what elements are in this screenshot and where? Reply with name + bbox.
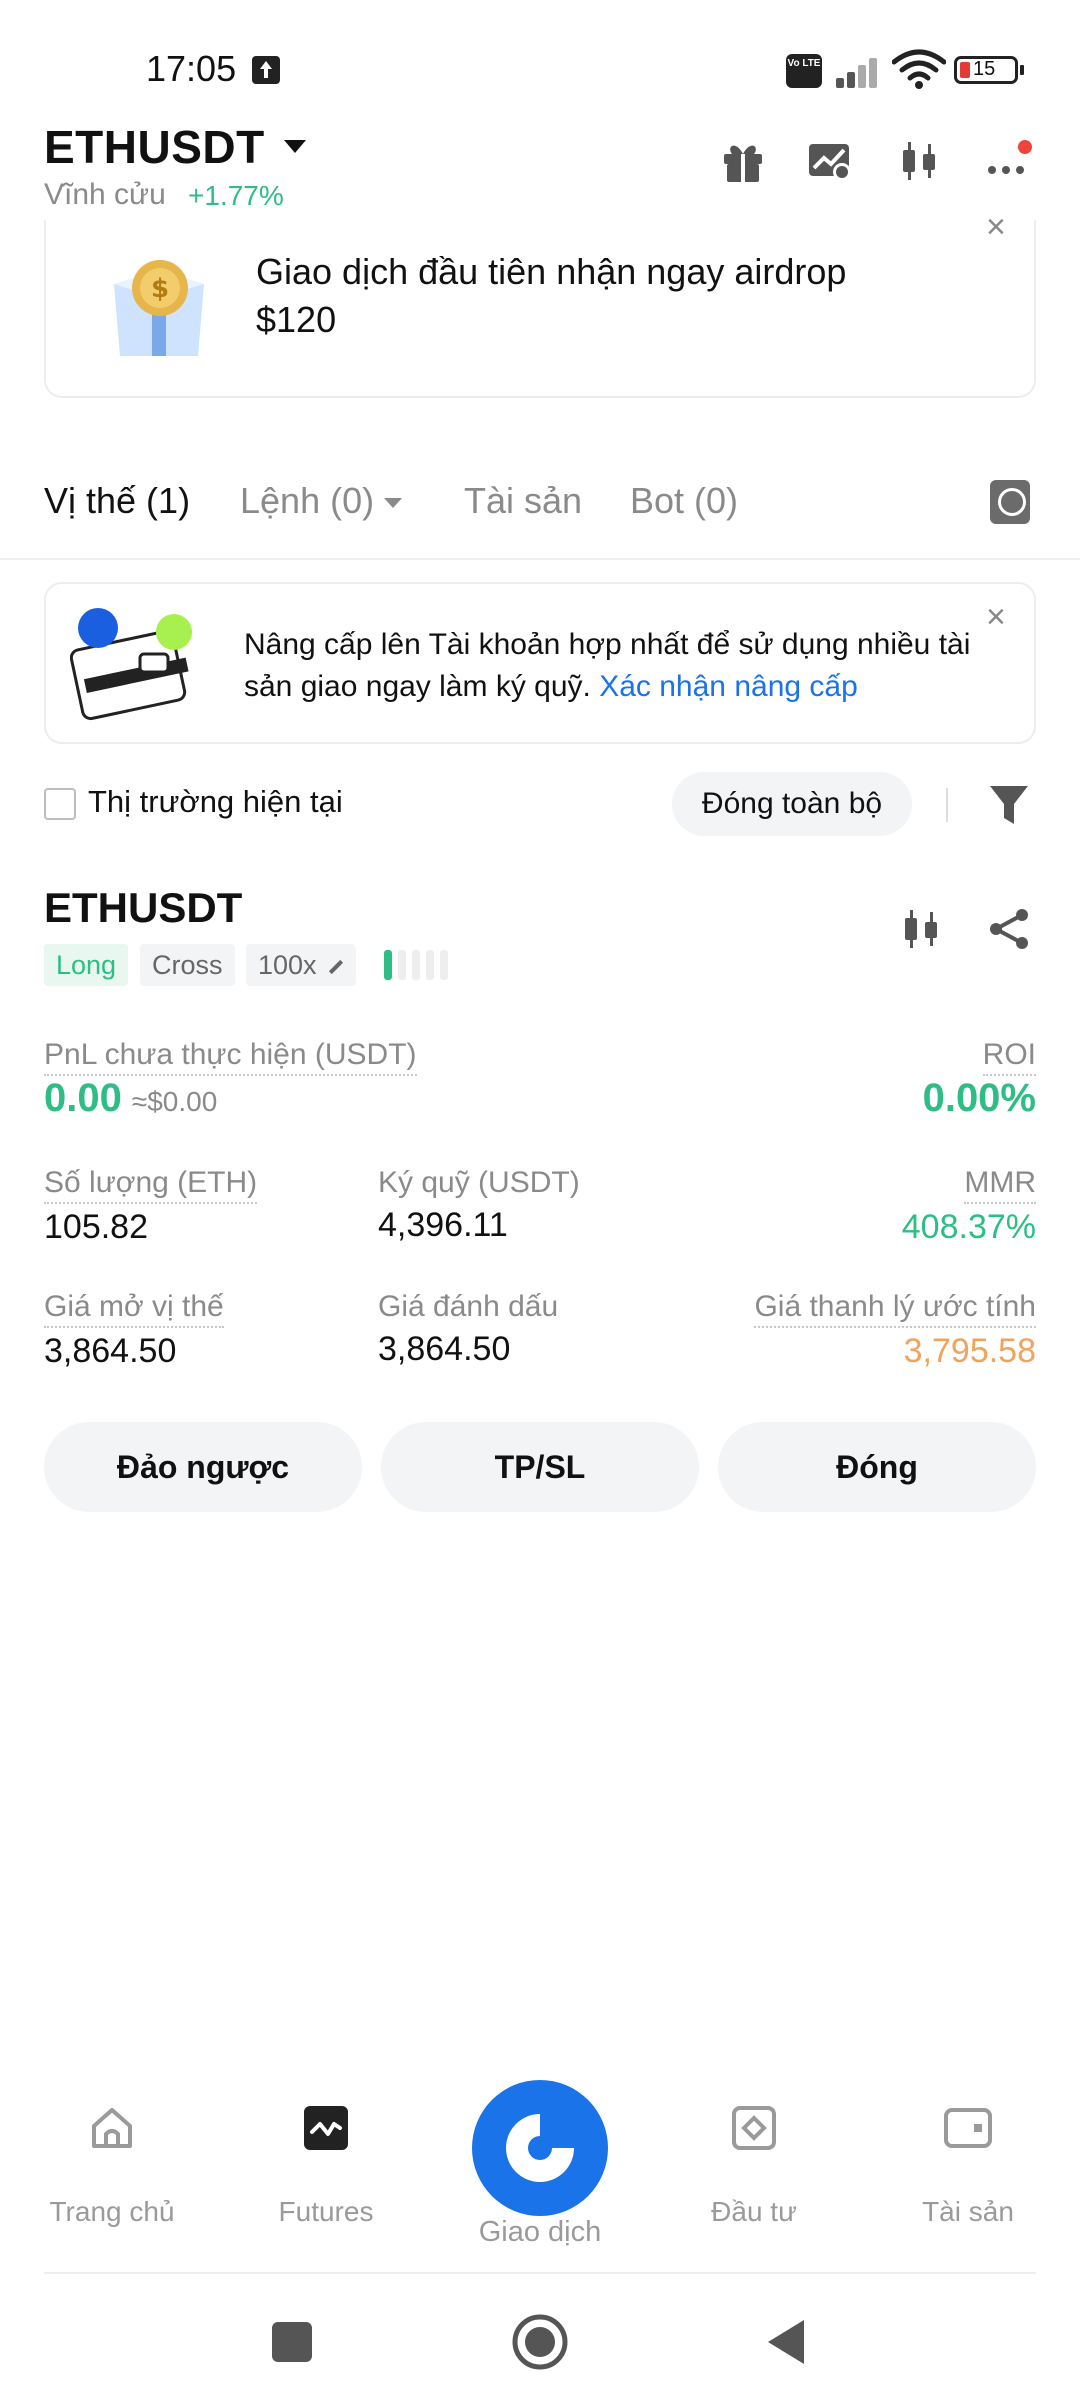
- signal-icon: [832, 54, 882, 88]
- candlestick-chart-icon[interactable]: [896, 138, 942, 184]
- entry-label: Giá mở vị thế: [44, 1290, 224, 1328]
- invest-icon: [732, 2106, 776, 2150]
- tab-orders-label: Lệnh (0): [240, 480, 375, 521]
- wallet-icon: [70, 608, 192, 721]
- mmr: MMR 408.37%: [902, 1166, 1036, 1247]
- futures-icon: [304, 2106, 348, 2150]
- reverse-position-button[interactable]: Đảo ngược: [44, 1422, 362, 1512]
- nav-futures[interactable]: Futures: [236, 2106, 416, 2228]
- home-icon: [92, 2108, 132, 2148]
- roi-value: 0.00%: [922, 1076, 1036, 1120]
- quantity: Số lượng (ETH) 105.82: [44, 1166, 258, 1247]
- nav-trade-button[interactable]: [472, 2080, 608, 2216]
- upload-notification-icon: [252, 56, 280, 84]
- tpsl-button[interactable]: TP/SL: [381, 1422, 699, 1512]
- divider: [946, 788, 948, 822]
- pnl-label: PnL chưa thực hiện (USDT): [44, 1038, 417, 1076]
- gift-icon[interactable]: [720, 138, 766, 184]
- airdrop-promo-banner[interactable]: $ Giao dịch đầu tiên nhận ngay airdrop $…: [44, 208, 1036, 398]
- mmr-label: MMR: [964, 1166, 1036, 1204]
- risk-level-meter: [384, 950, 464, 980]
- header: ETHUSDT Vĩnh cửu +1.77%: [0, 120, 1080, 220]
- bottom-nav: Trang chủ Futures Giao dịch Đầu tư Tài s…: [0, 2076, 1080, 2274]
- roi: ROI 0.00%: [923, 1038, 1036, 1121]
- mark-value: 3,864.50: [378, 1330, 511, 1368]
- caret-down-icon: [384, 498, 403, 509]
- system-nav-bar: [0, 2290, 1080, 2400]
- nav-invest[interactable]: Đầu tư: [664, 2106, 844, 2228]
- current-market-checkbox[interactable]: [44, 788, 76, 820]
- tab-assets[interactable]: Tài sản: [464, 480, 582, 522]
- tab-bot[interactable]: Bot (0): [630, 480, 738, 522]
- pnl-value: 0.00: [44, 1076, 122, 1120]
- airdrop-gift-box-icon: $: [114, 260, 204, 356]
- battery-icon: 15: [954, 56, 1024, 84]
- candlestick-chart-icon[interactable]: [898, 906, 944, 952]
- divider: [44, 2272, 1036, 2274]
- nav-invest-label: Đầu tư: [711, 2196, 797, 2227]
- pnl-approx: ≈$0.00: [131, 1086, 218, 1117]
- home-button-icon[interactable]: [510, 2312, 570, 2372]
- qty-label: Số lượng (ETH): [44, 1166, 258, 1204]
- margin-mode-badge: Cross: [140, 944, 235, 986]
- liquidation-price: Giá thanh lý ước tính 3,795.58: [754, 1290, 1036, 1371]
- close-position-button[interactable]: Đóng: [718, 1422, 1036, 1512]
- status-time: 17:05: [146, 48, 237, 89]
- caret-down-icon[interactable]: [284, 140, 306, 153]
- margin: Ký quỹ (USDT) 4,396.11: [378, 1166, 580, 1245]
- battery-level: 15: [973, 58, 996, 80]
- position-symbol[interactable]: ETHUSDT: [44, 884, 242, 932]
- mmr-value: 408.37%: [901, 1208, 1036, 1246]
- contract-type: Vĩnh cửu: [44, 178, 166, 211]
- confirm-upgrade-link[interactable]: Xác nhận nâng cấp: [599, 670, 858, 703]
- tab-orders[interactable]: Lệnh (0): [240, 480, 403, 522]
- close-promo-icon[interactable]: ×: [986, 208, 1006, 247]
- side-badge: Long: [44, 944, 129, 986]
- leverage-badge[interactable]: 100x: [246, 944, 357, 986]
- liq-value: 3,795.58: [903, 1332, 1036, 1370]
- current-market-label[interactable]: Thị trường hiện tại: [88, 784, 343, 820]
- close-all-button[interactable]: Đóng toàn bộ: [672, 772, 912, 836]
- liq-label: Giá thanh lý ước tính: [754, 1290, 1036, 1328]
- share-icon[interactable]: [986, 906, 1032, 952]
- filter-row: Thị trường hiện tại Đóng toàn bộ: [0, 768, 1080, 838]
- notification-dot: [1018, 140, 1032, 154]
- status-bar: 17:05 Vo LTE 15: [0, 0, 1080, 130]
- nav-trade-label[interactable]: Giao dịch: [440, 2216, 640, 2249]
- roi-label: ROI: [982, 1038, 1036, 1076]
- volte-icon: Vo LTE: [786, 54, 822, 88]
- promo-amount: $120: [256, 299, 337, 340]
- unrealized-pnl: PnL chưa thực hiện (USDT) 0.00 ≈$0.00: [44, 1038, 417, 1121]
- pair-selector[interactable]: ETHUSDT: [44, 120, 265, 174]
- promo-title: Giao dịch đầu tiên nhận ngay airdrop: [256, 251, 847, 292]
- entry-price: Giá mở vị thế 3,864.50: [44, 1290, 224, 1371]
- back-icon[interactable]: [758, 2312, 818, 2372]
- mark-label: Giá đánh dấu: [378, 1290, 559, 1323]
- nav-futures-label: Futures: [278, 2196, 374, 2227]
- qty-value: 105.82: [44, 1208, 148, 1246]
- edit-pencil-icon: [329, 959, 344, 974]
- nav-assets-label: Tài sản: [922, 2196, 1014, 2227]
- recent-apps-icon[interactable]: [262, 2312, 322, 2372]
- svg-text:$: $: [151, 274, 169, 304]
- nav-home-label: Trang chủ: [49, 2196, 175, 2227]
- trade-logo-icon: [506, 2114, 574, 2182]
- leverage-value: 100x: [258, 950, 317, 980]
- margin-label: Ký quỹ (USDT): [378, 1166, 580, 1199]
- wifi-icon: [892, 49, 946, 89]
- chart-settings-icon[interactable]: [806, 138, 852, 184]
- wallet-assets-icon: [944, 2108, 992, 2148]
- unified-account-upgrade-banner: Nâng cấp lên Tài khoản hợp nhất để sử dụ…: [44, 582, 1036, 744]
- tab-positions[interactable]: Vị thế (1): [44, 480, 190, 522]
- nav-home[interactable]: Trang chủ: [22, 2108, 202, 2228]
- margin-value: 4,396.11: [378, 1206, 508, 1244]
- mark-price: Giá đánh dấu 3,864.50: [378, 1290, 558, 1369]
- entry-value: 3,864.50: [44, 1332, 177, 1370]
- nav-assets[interactable]: Tài sản: [878, 2108, 1058, 2228]
- position-tabs: Vị thế (1) Lệnh (0) Tài sản Bot (0): [0, 470, 1080, 560]
- order-history-icon[interactable]: [990, 480, 1030, 524]
- price-change: +1.77%: [188, 180, 284, 211]
- close-upgrade-icon[interactable]: ×: [986, 598, 1006, 637]
- filter-icon[interactable]: [988, 782, 1030, 828]
